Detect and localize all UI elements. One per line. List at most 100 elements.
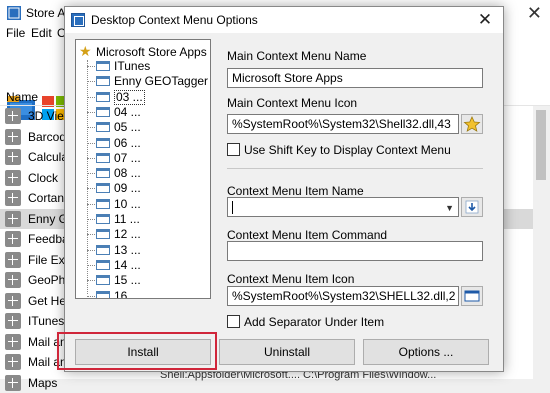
window-icon	[96, 198, 110, 209]
tree-connector	[87, 234, 95, 236]
tree-item[interactable]: Enny GEOTagger	[87, 74, 209, 89]
tree-item[interactable]: 09 ...	[87, 181, 207, 196]
tree-connector	[87, 81, 95, 83]
tree-root-label: Microsoft Store Apps	[96, 45, 207, 59]
tree-item[interactable]: 16 ...	[87, 288, 207, 299]
tree-item-label: 09 ...	[114, 181, 141, 196]
app-icon	[5, 272, 21, 288]
shift-key-checkbox[interactable]	[227, 143, 240, 156]
item-icon-browse-button[interactable]	[461, 286, 483, 306]
item-name-label: Context Menu Item Name	[227, 184, 364, 198]
list-item-label: Clock	[28, 170, 59, 185]
window-icon	[96, 244, 110, 255]
main-icon-label: Main Context Menu Icon	[227, 96, 358, 110]
tree-connector	[87, 280, 95, 282]
dialog-title: Desktop Context Menu Options	[91, 13, 258, 27]
app-icon	[5, 169, 21, 186]
tree-connector	[87, 127, 95, 129]
tree-item[interactable]: 13 ...	[87, 243, 207, 258]
window-icon	[464, 290, 480, 302]
window-icon	[96, 229, 110, 240]
tree-item-label: 04 ...	[114, 104, 141, 119]
list-item-label: ITunes	[28, 314, 65, 328]
tree-connector	[87, 295, 95, 297]
tree-item-label: ITunes	[114, 59, 151, 73]
tree-item-label: 12 ...	[114, 227, 141, 242]
app-icon	[5, 190, 21, 206]
add-separator-label: Add Separator Under Item	[244, 315, 385, 329]
tree-item-label: 10 ...	[114, 196, 141, 211]
store-apps-icon	[7, 6, 21, 20]
window-icon	[96, 152, 110, 163]
uninstall-button[interactable]: Uninstall	[219, 339, 355, 365]
tree-item[interactable]: 04 ...	[87, 105, 207, 120]
tree-item[interactable]: 11 ...	[87, 212, 207, 227]
item-command-label: Context Menu Item Command	[227, 228, 388, 242]
tree-connector	[87, 249, 95, 251]
window-icon	[96, 106, 110, 117]
tree-item[interactable]: 12 ...	[87, 227, 207, 242]
tree-item[interactable]: 03 ...	[87, 89, 207, 105]
tree-item[interactable]: 15 ...	[87, 273, 207, 288]
app-icon	[5, 354, 21, 370]
tree-item-label: 05 ...	[114, 120, 141, 135]
tree-connector	[87, 111, 95, 113]
tree-item-label: 15 ...	[114, 273, 141, 288]
tree-item-label: 11 ...	[114, 212, 140, 226]
menu-file[interactable]: File	[6, 26, 25, 40]
options-button[interactable]: Options ...	[363, 339, 489, 365]
tree-item[interactable]: 08 ...	[87, 166, 207, 181]
window-icon	[96, 168, 110, 179]
scrollbar-thumb[interactable]	[536, 110, 546, 180]
menu-tree[interactable]: ★ Microsoft Store Apps ITunes Enny GEOTag…	[75, 39, 211, 299]
tree-item[interactable]: 10 ...	[87, 197, 207, 212]
app-icon	[5, 128, 21, 145]
item-name-combobox[interactable]: ▼	[227, 197, 459, 217]
tree-item[interactable]: 06 ...	[87, 136, 207, 151]
main-name-label: Main Context Menu Name	[227, 49, 367, 63]
window-icon	[96, 275, 110, 286]
install-highlight-box	[57, 332, 217, 370]
tree-item-label: 06 ...	[114, 135, 141, 150]
settings-panel: Main Context Menu Name Microsoft Store A…	[215, 39, 495, 331]
main-name-field[interactable]: Microsoft Store Apps	[227, 68, 483, 88]
chevron-down-icon[interactable]: ▼	[445, 203, 454, 213]
tree-item-label: Enny GEOTagger	[114, 74, 209, 89]
tree-connector	[87, 142, 95, 144]
close-icon[interactable]: ✕	[470, 9, 500, 31]
app-icon	[71, 13, 85, 27]
window-icon	[96, 259, 110, 270]
window-icon	[96, 183, 110, 194]
arrow-down-icon	[465, 200, 479, 214]
tree-item[interactable]: 14 ...	[87, 258, 207, 273]
main-icon-field[interactable]: %SystemRoot%\System32\Shell32.dll,43	[227, 114, 459, 134]
text-cursor	[232, 201, 233, 215]
app-icon	[5, 108, 21, 124]
star-icon: ★	[79, 43, 92, 59]
app-icon	[5, 231, 21, 247]
item-command-field[interactable]	[227, 241, 483, 261]
background-close-icon[interactable]: ✕	[527, 3, 542, 24]
tree-item[interactable]: 05 ...	[87, 120, 207, 135]
app-icon	[5, 210, 21, 227]
tree-connector	[87, 188, 95, 190]
move-down-button[interactable]	[461, 197, 483, 217]
dialog-titlebar: Desktop Context Menu Options ✕	[65, 7, 503, 33]
tree-connector	[87, 66, 95, 67]
tree-item-label: 16 ...	[114, 288, 141, 299]
app-icon	[5, 292, 21, 309]
app-icon	[5, 313, 21, 329]
main-icon-browse-button[interactable]	[461, 114, 483, 134]
menu-edit[interactable]: Edit	[31, 26, 52, 40]
add-separator-checkbox[interactable]	[227, 315, 240, 328]
column-header-name[interactable]: Name	[6, 90, 38, 104]
tree-item[interactable]: ITunes	[87, 59, 207, 74]
app-icon	[5, 333, 21, 350]
tree-item[interactable]: 07 ...	[87, 151, 207, 166]
window-icon	[96, 137, 110, 148]
tree-item-label: 07 ...	[114, 150, 141, 165]
item-icon-field[interactable]: %SystemRoot%\System32\SHELL32.dll,2	[227, 286, 459, 306]
shift-key-label: Use Shift Key to Display Context Menu	[244, 143, 451, 157]
tree-connector	[87, 219, 95, 220]
item-icon-label: Context Menu Item Icon	[227, 272, 355, 286]
